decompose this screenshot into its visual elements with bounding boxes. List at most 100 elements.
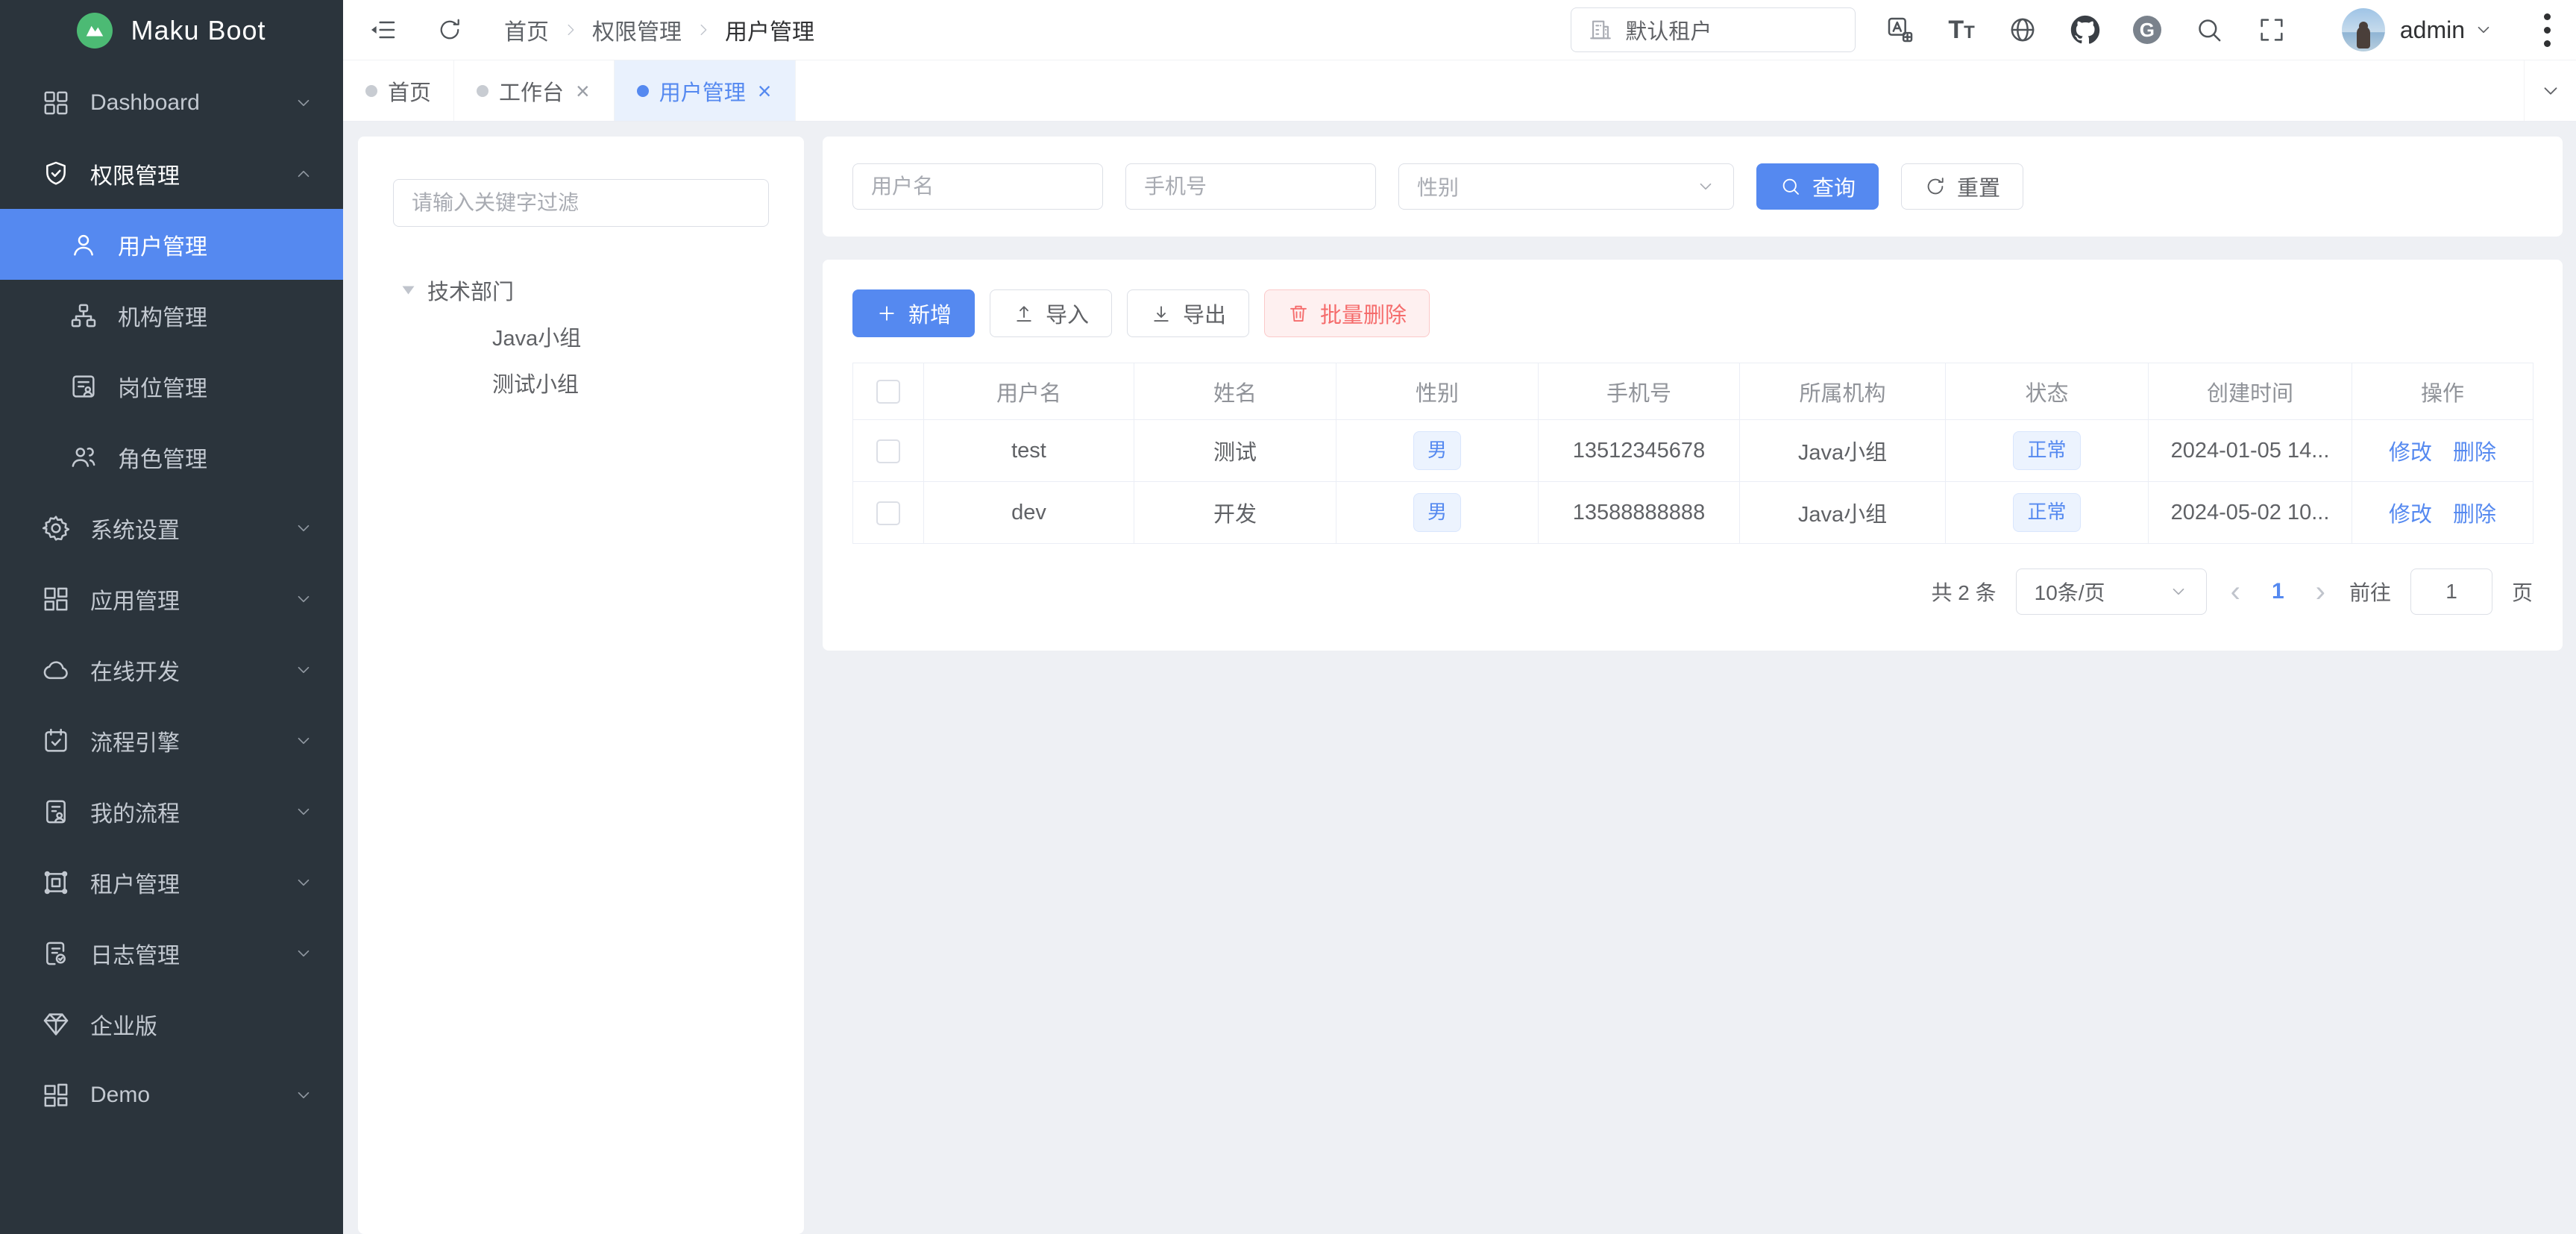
sidebar-item-app-management[interactable]: 应用管理: [0, 563, 343, 634]
sidebar-item-demo[interactable]: Demo: [0, 1059, 343, 1130]
goto-page-input[interactable]: [2410, 569, 2492, 615]
tree-node-root[interactable]: 技术部门: [358, 267, 804, 313]
username[interactable]: admin: [2400, 16, 2465, 44]
sidebar-item-user-management[interactable]: 用户管理: [0, 209, 343, 280]
row-checkbox[interactable]: [876, 439, 900, 463]
col-status: 状态: [1946, 363, 2149, 420]
org-tree-panel: 技术部门 Java小组 测试小组: [358, 137, 804, 1234]
doc-user-icon: [41, 797, 71, 827]
import-button[interactable]: 导入: [990, 289, 1112, 337]
breadcrumb-permissions[interactable]: 权限管理: [592, 13, 682, 46]
users-icon: [69, 442, 98, 472]
sidebar-item-dashboard[interactable]: Dashboard: [0, 67, 343, 138]
current-page[interactable]: 1: [2264, 579, 2292, 604]
search-icon[interactable]: [2194, 15, 2224, 45]
search-button[interactable]: 查询: [1756, 163, 1879, 210]
tab-home[interactable]: 首页: [343, 60, 454, 121]
github-icon[interactable]: [2070, 15, 2100, 45]
gitee-icon[interactable]: G: [2133, 16, 2161, 44]
breadcrumb: 首页 权限管理 用户管理: [504, 13, 814, 46]
org-chart-icon: [69, 301, 98, 331]
mobile-filter-input[interactable]: [1125, 163, 1376, 210]
col-mobile: 手机号: [1539, 363, 1740, 420]
col-created: 创建时间: [2149, 363, 2352, 420]
username-filter-input[interactable]: [852, 163, 1103, 210]
tree-filter-input[interactable]: [393, 179, 769, 227]
tenant-value: 默认租户: [1625, 14, 1712, 46]
export-button[interactable]: 导出: [1127, 289, 1249, 337]
page-size-select[interactable]: 10条/页: [2016, 569, 2207, 615]
close-icon[interactable]: ×: [756, 79, 773, 103]
sidebar-item-system-settings[interactable]: 系统设置: [0, 492, 343, 563]
prev-page-button[interactable]: ‹: [2226, 577, 2245, 607]
delete-link[interactable]: 删除: [2453, 503, 2496, 527]
gender-badge: 男: [1413, 431, 1461, 469]
page-suffix-label: 页: [2512, 577, 2533, 607]
logo: Maku Boot: [0, 0, 343, 61]
caret-down-icon[interactable]: [403, 286, 415, 295]
tenant-select[interactable]: 默认租户: [1571, 7, 1856, 52]
gender-select[interactable]: 性别: [1398, 163, 1734, 210]
breadcrumb-separator-icon: [695, 22, 711, 38]
table-header-row: 用户名 姓名 性别 手机号 所属机构 状态 创建时间 操作: [853, 363, 2533, 420]
chevron-down-icon: [294, 1086, 313, 1105]
edit-link[interactable]: 修改: [2389, 503, 2432, 527]
blocks-icon: [41, 1080, 71, 1110]
tab-workbench[interactable]: 工作台 ×: [454, 60, 615, 121]
sidebar-item-enterprise[interactable]: 企业版: [0, 989, 343, 1059]
fullscreen-icon[interactable]: [2257, 15, 2287, 45]
close-icon[interactable]: ×: [574, 79, 591, 103]
upload-icon: [1013, 302, 1035, 325]
avatar[interactable]: [2342, 8, 2385, 51]
sidebar-item-permissions[interactable]: 权限管理: [0, 138, 343, 209]
chevron-down-icon[interactable]: [2474, 20, 2493, 40]
sidebar: Maku Boot Dashboard 权限管理 用户管理 机构管理: [0, 0, 343, 1234]
sidebar-item-role-management[interactable]: 角色管理: [0, 422, 343, 492]
select-all-checkbox[interactable]: [876, 380, 900, 404]
delete-link[interactable]: 删除: [2453, 441, 2496, 465]
collapse-sidebar-icon[interactable]: [368, 15, 398, 45]
app-title: Maku Boot: [131, 15, 266, 46]
sidebar-item-post-management[interactable]: 岗位管理: [0, 351, 343, 422]
chevron-down-icon: [294, 93, 313, 113]
gear-icon: [41, 513, 71, 543]
font-size-icon[interactable]: TT: [1948, 17, 1974, 43]
chevron-down-icon: [1696, 177, 1715, 196]
sidebar-item-online-dev[interactable]: 在线开发: [0, 634, 343, 705]
sidebar-item-log-management[interactable]: 日志管理: [0, 918, 343, 989]
col-name: 姓名: [1134, 363, 1336, 420]
batch-delete-button[interactable]: 批量删除: [1264, 289, 1430, 337]
edit-link[interactable]: 修改: [2389, 441, 2432, 465]
col-actions: 操作: [2352, 363, 2533, 420]
add-button[interactable]: 新增: [852, 289, 975, 337]
refresh-icon[interactable]: [436, 16, 463, 43]
breadcrumb-current: 用户管理: [725, 13, 814, 46]
diamond-icon: [41, 1009, 71, 1039]
tab-user-management[interactable]: 用户管理 ×: [615, 60, 797, 121]
tab-options-button[interactable]: [2524, 60, 2576, 121]
tab-bar: 首页 工作台 × 用户管理 ×: [343, 60, 2576, 122]
tree-node-java[interactable]: Java小组: [358, 313, 804, 360]
reset-button[interactable]: 重置: [1901, 163, 2023, 210]
sidebar-item-org-management[interactable]: 机构管理: [0, 280, 343, 351]
next-page-button[interactable]: ›: [2311, 577, 2330, 607]
calendar-check-icon: [41, 726, 71, 756]
download-icon: [1150, 302, 1172, 325]
chevron-down-icon: [2539, 80, 2562, 102]
total-count: 共 2 条: [1931, 577, 1996, 607]
sidebar-item-workflow-engine[interactable]: 流程引擎: [0, 705, 343, 776]
row-checkbox[interactable]: [876, 501, 900, 525]
sidebar-item-my-workflow[interactable]: 我的流程: [0, 776, 343, 847]
chevron-down-icon: [294, 944, 313, 963]
more-menu-icon[interactable]: [2539, 9, 2555, 51]
header-icons: TT G: [1885, 15, 2286, 45]
org-tree: 技术部门 Java小组 测试小组: [358, 267, 804, 406]
translate-icon[interactable]: [1885, 15, 1915, 45]
tree-node-test[interactable]: 测试小组: [358, 360, 804, 406]
user-icon: [69, 230, 98, 260]
sidebar-menu: Dashboard 权限管理 用户管理 机构管理 岗位管理: [0, 67, 343, 1130]
breadcrumb-home[interactable]: 首页: [504, 13, 549, 46]
sidebar-item-tenant-management[interactable]: 租户管理: [0, 847, 343, 918]
table-toolbar: 新增 导入 导出 批量删除: [852, 289, 2533, 337]
globe-icon[interactable]: [2008, 15, 2038, 45]
